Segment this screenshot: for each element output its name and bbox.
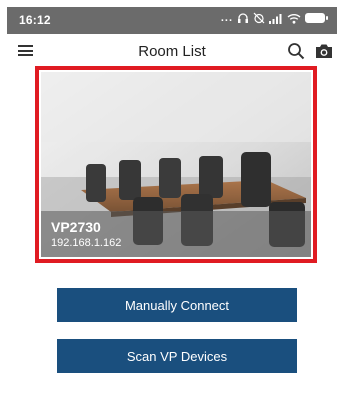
status-time: 16:12 (19, 13, 51, 27)
alarm-off-icon (253, 12, 265, 24)
headset-icon (238, 12, 248, 23)
search-icon[interactable] (287, 42, 305, 60)
status-icons: ... (220, 12, 328, 24)
phone-screen: 16:12 ... Room List VP2730 192.168.1.162… (7, 7, 337, 411)
battery-icon (305, 13, 328, 23)
manually-connect-button[interactable]: Manually Connect (57, 288, 297, 322)
camera-icon[interactable] (315, 43, 333, 59)
room-card-selected[interactable]: VP2730 192.168.1.162 (35, 66, 317, 263)
wifi-icon (287, 13, 301, 24)
room-photo: VP2730 192.168.1.162 (41, 72, 311, 257)
notification-dots: ... (220, 12, 233, 24)
scan-vp-devices-button[interactable]: Scan VP Devices (57, 339, 297, 373)
room-ip-address: 192.168.1.162 (51, 237, 122, 249)
room-caption: VP2730 192.168.1.162 (41, 211, 311, 257)
room-name: VP2730 (51, 219, 101, 235)
signal-icon (269, 13, 282, 24)
status-bar: 16:12 ... (7, 7, 337, 34)
app-bar: Room List (7, 34, 337, 65)
